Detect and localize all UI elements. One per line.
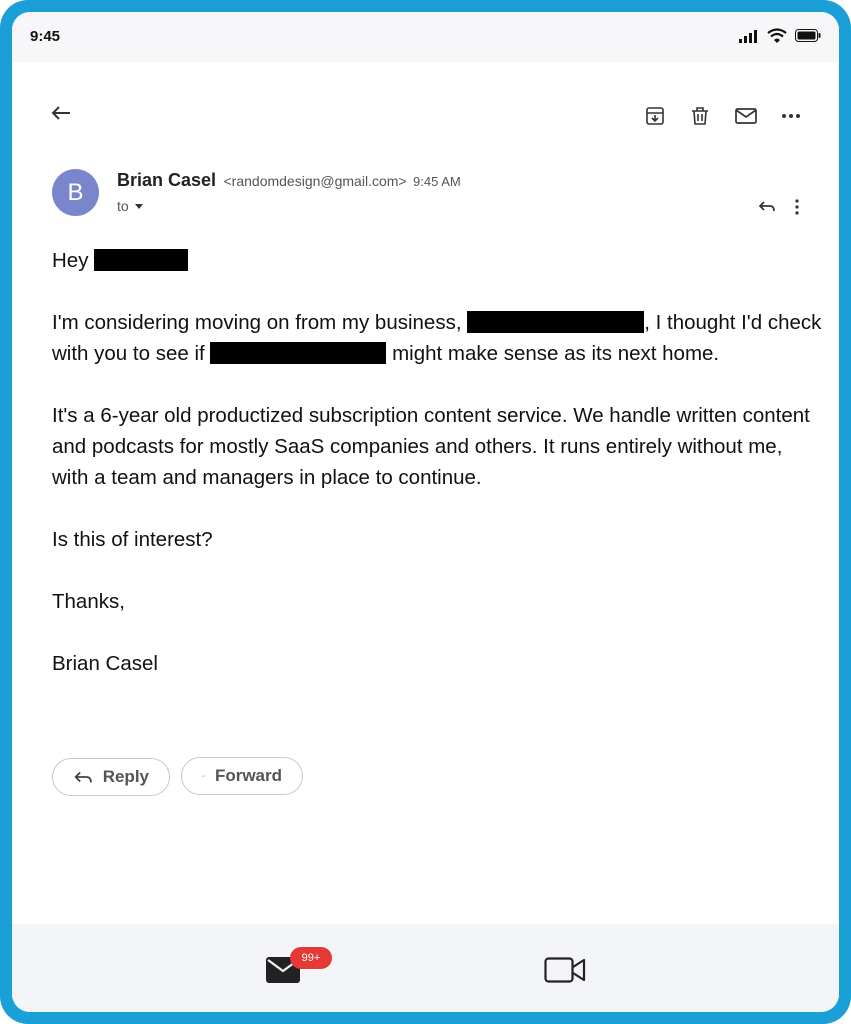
paragraph-1-part-a: I'm considering moving on from my busine… — [52, 311, 462, 334]
video-camera-icon — [544, 957, 586, 983]
mark-unread-button[interactable] — [731, 101, 761, 131]
paragraph-3: Is this of interest? — [52, 528, 213, 551]
wifi-icon — [767, 28, 787, 43]
paragraph-1-part-c: might make sense as its next home. — [392, 342, 720, 365]
email-time: 9:45 AM — [413, 174, 461, 189]
forward-label: Forward — [214, 766, 282, 785]
reply-label: Reply — [102, 767, 149, 786]
sender-line: Brian Casel <randomdesign@gmail.com> 9:4… — [117, 170, 461, 191]
message-more-button[interactable] — [782, 192, 812, 222]
device-frame: 9:45 B Brian Casel <randomdesign@gmail.c… — [0, 0, 851, 1024]
redaction-bar — [467, 311, 645, 333]
paragraph-4: Thanks, — [52, 590, 125, 613]
reply-icon-button[interactable] — [752, 192, 782, 222]
reply-button[interactable]: Reply — [52, 758, 170, 796]
chevron-down-icon — [134, 203, 143, 209]
trash-icon — [692, 107, 708, 125]
sender-email: <randomdesign@gmail.com> — [223, 173, 407, 189]
forward-button[interactable]: Forward — [181, 757, 303, 795]
signature: Brian Casel — [52, 652, 158, 675]
greeting: Hey — [52, 249, 89, 272]
mail-count-badge: 99+ — [290, 947, 332, 969]
paragraph-1: I'm considering moving on from my busine… — [52, 307, 822, 369]
forward-icon — [202, 775, 205, 777]
cellular-signal-icon — [739, 29, 757, 43]
reply-icon — [758, 201, 775, 212]
sender-avatar[interactable]: B — [52, 169, 99, 216]
bottom-nav — [12, 924, 839, 1012]
status-time: 9:45 — [30, 28, 61, 45]
battery-icon — [795, 29, 821, 42]
reply-icon — [74, 771, 92, 783]
email-body: Hey I'm considering moving on from my bu… — [52, 245, 822, 710]
archive-icon — [646, 107, 664, 125]
recipients-toggle[interactable]: to — [117, 198, 143, 214]
archive-button[interactable] — [640, 101, 670, 131]
redaction-bar — [210, 342, 387, 364]
nav-meet[interactable] — [544, 956, 586, 984]
more-options-button[interactable] — [776, 101, 806, 131]
to-label: to — [117, 198, 129, 214]
greeting-line: Hey — [52, 245, 822, 276]
delete-button[interactable] — [685, 101, 715, 131]
email-toolbar — [12, 96, 839, 136]
back-button[interactable] — [46, 98, 76, 128]
mail-icon — [735, 108, 757, 124]
status-bar: 9:45 — [12, 12, 839, 62]
paragraph-2: It's a 6-year old productized subscripti… — [52, 404, 810, 489]
screen: 9:45 B Brian Casel <randomdesign@gmail.c… — [12, 12, 839, 1012]
sender-name: Brian Casel — [117, 170, 217, 190]
more-vertical-icon — [795, 199, 799, 215]
arrow-left-icon — [51, 106, 70, 120]
more-horizontal-icon — [782, 114, 800, 118]
redaction-bar — [94, 249, 189, 271]
